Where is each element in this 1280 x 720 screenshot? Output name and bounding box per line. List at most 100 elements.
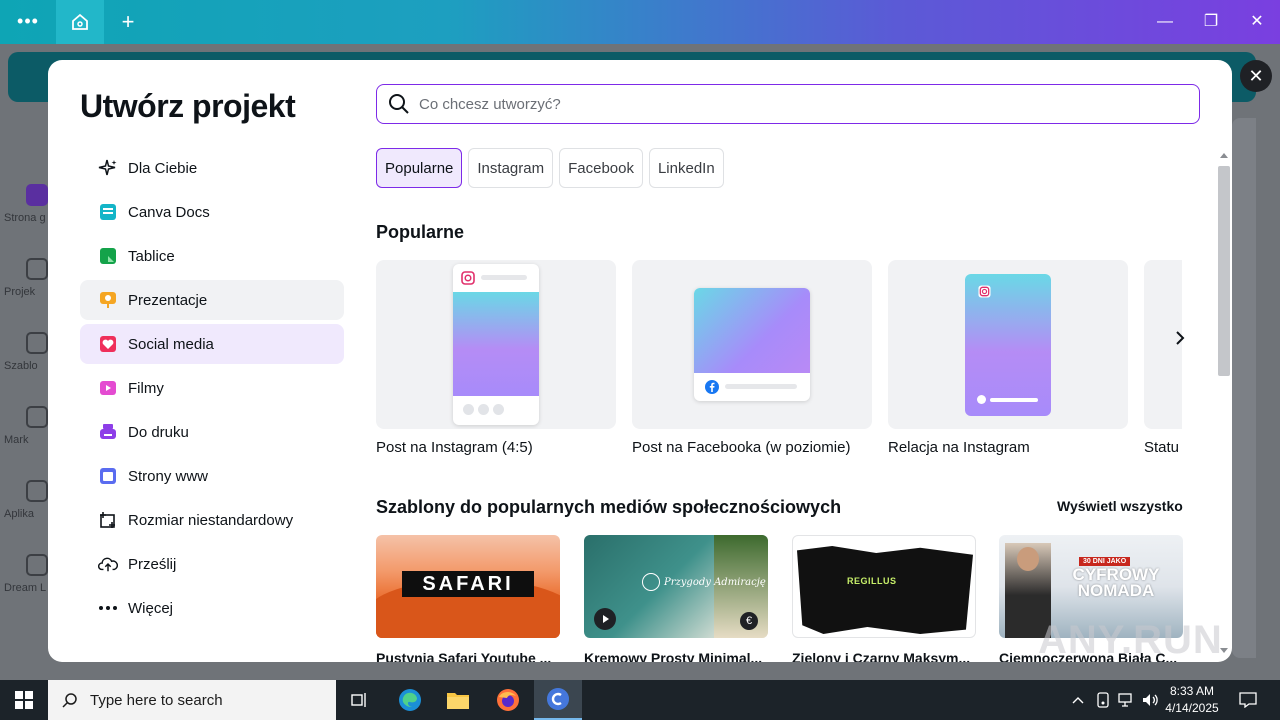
watermark: ANY.RUN bbox=[1038, 618, 1223, 662]
nav-item-label: Więcej bbox=[128, 599, 174, 617]
template-thumbnail: REGILLUS bbox=[792, 535, 976, 638]
maximize-button[interactable]: ❐ bbox=[1196, 8, 1226, 36]
carousel-next-button[interactable] bbox=[1166, 324, 1194, 352]
taskbar-file-explorer[interactable] bbox=[434, 680, 482, 720]
nav-item-for-you[interactable]: Dla Ciebie bbox=[80, 148, 344, 188]
website-icon bbox=[98, 466, 118, 486]
taskbar-search[interactable]: Type here to search bbox=[48, 680, 336, 720]
template-card-safari[interactable]: SAFARI Pustynia Safari Youtube ... bbox=[376, 535, 560, 662]
edge-icon bbox=[399, 689, 421, 711]
sparkles-icon bbox=[98, 158, 118, 178]
paid-badge-icon: € bbox=[740, 612, 758, 630]
menu-dots-button[interactable]: ••• bbox=[12, 10, 44, 34]
nav-item-label: Social media bbox=[128, 335, 214, 353]
search-bar[interactable] bbox=[376, 84, 1200, 124]
nav-item-label: Do druku bbox=[128, 423, 189, 441]
modal-title: Utwórz projekt bbox=[80, 88, 296, 124]
minimize-button[interactable]: — bbox=[1150, 8, 1180, 36]
home-tab[interactable] bbox=[56, 0, 104, 44]
chip-popular[interactable]: Popularne bbox=[376, 148, 463, 188]
card-thumbnail bbox=[632, 260, 872, 429]
template-card-green-black[interactable]: REGILLUS Zielony i Czarny Maksym... bbox=[792, 535, 976, 662]
nav-item-canva-docs[interactable]: Canva Docs bbox=[80, 192, 344, 232]
presentation-icon bbox=[98, 290, 118, 310]
app-sidebar: Strona g Projek Szablo Mark Aplika Dream… bbox=[0, 110, 48, 680]
search-icon bbox=[389, 94, 409, 114]
card-label: Statu bbox=[1144, 439, 1180, 456]
windows-icon bbox=[15, 691, 33, 709]
chip-linkedin[interactable]: LinkedIn bbox=[648, 148, 724, 188]
apps-icon bbox=[26, 480, 48, 502]
video-icon bbox=[98, 378, 118, 398]
nav-item-more[interactable]: Więcej bbox=[80, 588, 344, 628]
popular-card-facebook-post[interactable]: Post na Facebooka (w poziomie) bbox=[632, 260, 872, 456]
title-bar: ••• + — ❐ ✕ bbox=[0, 0, 1280, 44]
nav-item-print[interactable]: Do druku bbox=[80, 412, 344, 452]
nav-item-label: Rozmiar niestandardowy bbox=[128, 511, 294, 529]
taskbar-firefox[interactable] bbox=[484, 680, 532, 720]
template-thumbnail: Przygody Admirację € bbox=[584, 535, 768, 638]
new-tab-button[interactable]: + bbox=[114, 8, 142, 36]
chip-instagram[interactable]: Instagram bbox=[468, 148, 554, 188]
upload-cloud-icon bbox=[98, 554, 118, 574]
dream-lab-icon bbox=[26, 554, 48, 576]
close-modal-button[interactable]: ✕ bbox=[1240, 60, 1272, 92]
modal-scrollbar[interactable] bbox=[1216, 148, 1232, 662]
nav-item-label: Prezentacje bbox=[128, 291, 208, 309]
folder-icon bbox=[26, 258, 48, 280]
popular-card-instagram-story[interactable]: Relacja na Instagram bbox=[888, 260, 1128, 456]
nav-item-social-media[interactable]: Social media bbox=[80, 324, 344, 364]
print-icon bbox=[98, 422, 118, 442]
templates-section-title: Szablony do popularnych mediów społeczno… bbox=[376, 497, 842, 517]
taskbar-clock[interactable]: 8:33 AM 4/14/2025 bbox=[1160, 683, 1224, 717]
tray-chevron-up-icon[interactable] bbox=[1068, 680, 1088, 720]
nav-item-label: Tablice bbox=[128, 247, 175, 265]
card-label: Post na Instagram (4:5) bbox=[376, 439, 533, 456]
template-thumb-text: REGILLUS bbox=[847, 576, 897, 586]
filter-chips: Popularne Instagram Facebook LinkedIn bbox=[376, 148, 724, 188]
card-thumbnail bbox=[376, 260, 616, 429]
taskbar: Type here to search 8:33 AM 4/14/2025 bbox=[0, 680, 1280, 720]
clock-date: 4/14/2025 bbox=[1165, 701, 1219, 715]
task-view-button[interactable] bbox=[336, 680, 384, 720]
nav-item-videos[interactable]: Filmy bbox=[80, 368, 344, 408]
card-label: Post na Facebooka (w poziomie) bbox=[632, 439, 851, 456]
popular-card-instagram-post[interactable]: Post na Instagram (4:5) bbox=[376, 260, 616, 456]
popular-card-partial[interactable]: Statu bbox=[1144, 260, 1182, 456]
chevron-right-icon bbox=[1176, 331, 1185, 345]
nav-item-custom-size[interactable]: Rozmiar niestandardowy bbox=[80, 500, 344, 540]
nav-item-upload[interactable]: Prześlij bbox=[80, 544, 344, 584]
more-icon bbox=[98, 598, 118, 618]
close-window-button[interactable]: ✕ bbox=[1242, 8, 1272, 36]
nav-item-websites[interactable]: Strony www bbox=[80, 456, 344, 496]
start-button[interactable] bbox=[0, 680, 48, 720]
heart-icon bbox=[98, 334, 118, 354]
network-icon[interactable] bbox=[1116, 680, 1138, 720]
scroll-up-icon bbox=[1220, 153, 1228, 158]
card-thumbnail bbox=[888, 260, 1128, 429]
scroll-thumb[interactable] bbox=[1218, 166, 1230, 376]
nav-item-presentations[interactable]: Prezentacje bbox=[80, 280, 344, 320]
search-input[interactable] bbox=[419, 95, 1179, 113]
view-all-link[interactable]: Wyświetl wszystko bbox=[1057, 498, 1183, 514]
templates-icon bbox=[26, 332, 48, 354]
firefox-icon bbox=[497, 689, 519, 711]
chip-facebook[interactable]: Facebook bbox=[559, 148, 643, 188]
folder-icon bbox=[447, 693, 469, 709]
taskbar-canva[interactable] bbox=[534, 680, 582, 720]
notifications-icon[interactable] bbox=[1234, 680, 1262, 720]
taskbar-edge[interactable] bbox=[386, 680, 434, 720]
nav-item-whiteboards[interactable]: Tablice bbox=[80, 236, 344, 276]
task-view-icon bbox=[351, 693, 366, 707]
popular-section-title: Popularne bbox=[376, 222, 465, 242]
app-right-panel bbox=[1232, 118, 1256, 658]
tray-device-icon[interactable] bbox=[1092, 680, 1114, 720]
play-icon bbox=[594, 608, 616, 630]
template-thumb-text: SAFARI bbox=[422, 573, 514, 595]
volume-icon[interactable] bbox=[1140, 680, 1162, 720]
template-thumb-text: CYFROWY NOMADA bbox=[1072, 565, 1160, 600]
whiteboard-icon bbox=[98, 246, 118, 266]
nav-item-label: Dla Ciebie bbox=[128, 159, 198, 177]
home-icon bbox=[26, 184, 48, 206]
template-card-cream[interactable]: Przygody Admirację € Kremowy Prosty Mini… bbox=[584, 535, 768, 662]
